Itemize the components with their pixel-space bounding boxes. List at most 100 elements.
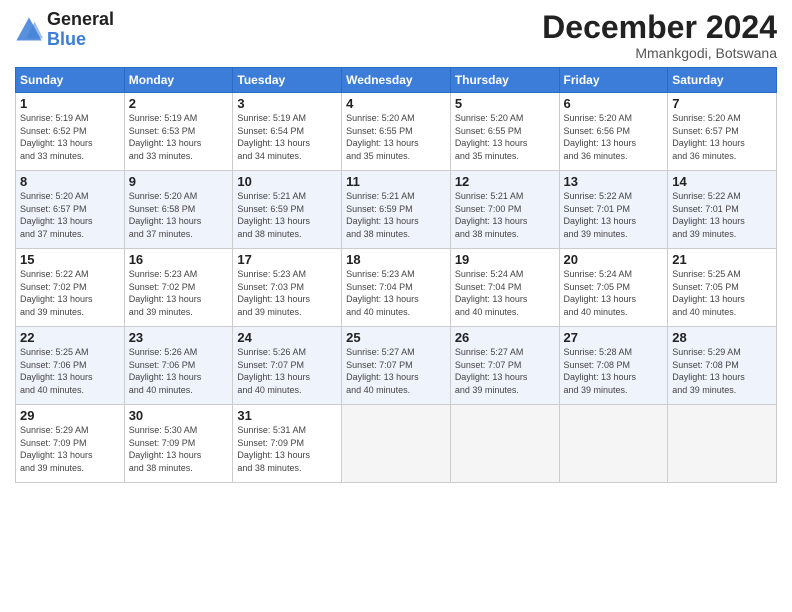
day-info: Sunrise: 5:20 AMSunset: 6:55 PMDaylight:… (455, 112, 555, 162)
col-sunday: Sunday (16, 68, 125, 93)
day-info: Sunrise: 5:21 AMSunset: 6:59 PMDaylight:… (237, 190, 337, 240)
calendar-cell: 8 Sunrise: 5:20 AMSunset: 6:57 PMDayligh… (16, 171, 125, 249)
day-number: 30 (129, 408, 229, 423)
calendar-cell: 20 Sunrise: 5:24 AMSunset: 7:05 PMDaylig… (559, 249, 668, 327)
day-number: 10 (237, 174, 337, 189)
day-info: Sunrise: 5:22 AMSunset: 7:01 PMDaylight:… (564, 190, 664, 240)
calendar-cell: 1 Sunrise: 5:19 AMSunset: 6:52 PMDayligh… (16, 93, 125, 171)
header: GeneralBlue December 2024 Mmankgodi, Bot… (15, 10, 777, 61)
day-number: 23 (129, 330, 229, 345)
day-number: 29 (20, 408, 120, 423)
day-info: Sunrise: 5:27 AMSunset: 7:07 PMDaylight:… (346, 346, 446, 396)
day-info: Sunrise: 5:22 AMSunset: 7:02 PMDaylight:… (20, 268, 120, 318)
day-info: Sunrise: 5:20 AMSunset: 6:55 PMDaylight:… (346, 112, 446, 162)
calendar-cell: 24 Sunrise: 5:26 AMSunset: 7:07 PMDaylig… (233, 327, 342, 405)
day-number: 26 (455, 330, 555, 345)
calendar-cell: 28 Sunrise: 5:29 AMSunset: 7:08 PMDaylig… (668, 327, 777, 405)
day-info: Sunrise: 5:19 AMSunset: 6:53 PMDaylight:… (129, 112, 229, 162)
col-friday: Friday (559, 68, 668, 93)
day-info: Sunrise: 5:22 AMSunset: 7:01 PMDaylight:… (672, 190, 772, 240)
day-info: Sunrise: 5:20 AMSunset: 6:56 PMDaylight:… (564, 112, 664, 162)
calendar-cell: 15 Sunrise: 5:22 AMSunset: 7:02 PMDaylig… (16, 249, 125, 327)
day-info: Sunrise: 5:20 AMSunset: 6:57 PMDaylight:… (20, 190, 120, 240)
day-info: Sunrise: 5:24 AMSunset: 7:05 PMDaylight:… (564, 268, 664, 318)
day-number: 8 (20, 174, 120, 189)
calendar-cell: 27 Sunrise: 5:28 AMSunset: 7:08 PMDaylig… (559, 327, 668, 405)
calendar-cell: 12 Sunrise: 5:21 AMSunset: 7:00 PMDaylig… (450, 171, 559, 249)
day-info: Sunrise: 5:23 AMSunset: 7:03 PMDaylight:… (237, 268, 337, 318)
day-number: 22 (20, 330, 120, 345)
calendar-week-4: 22 Sunrise: 5:25 AMSunset: 7:06 PMDaylig… (16, 327, 777, 405)
day-info: Sunrise: 5:25 AMSunset: 7:05 PMDaylight:… (672, 268, 772, 318)
day-number: 4 (346, 96, 446, 111)
calendar-cell: 31 Sunrise: 5:31 AMSunset: 7:09 PMDaylig… (233, 405, 342, 483)
day-number: 6 (564, 96, 664, 111)
calendar-week-2: 8 Sunrise: 5:20 AMSunset: 6:57 PMDayligh… (16, 171, 777, 249)
col-monday: Monday (124, 68, 233, 93)
calendar-cell: 3 Sunrise: 5:19 AMSunset: 6:54 PMDayligh… (233, 93, 342, 171)
calendar-cell: 2 Sunrise: 5:19 AMSunset: 6:53 PMDayligh… (124, 93, 233, 171)
calendar-cell: 14 Sunrise: 5:22 AMSunset: 7:01 PMDaylig… (668, 171, 777, 249)
calendar-cell: 18 Sunrise: 5:23 AMSunset: 7:04 PMDaylig… (342, 249, 451, 327)
day-info: Sunrise: 5:20 AMSunset: 6:57 PMDaylight:… (672, 112, 772, 162)
calendar-cell: 26 Sunrise: 5:27 AMSunset: 7:07 PMDaylig… (450, 327, 559, 405)
calendar-header-row: Sunday Monday Tuesday Wednesday Thursday… (16, 68, 777, 93)
day-number: 27 (564, 330, 664, 345)
calendar-cell: 25 Sunrise: 5:27 AMSunset: 7:07 PMDaylig… (342, 327, 451, 405)
day-number: 5 (455, 96, 555, 111)
col-thursday: Thursday (450, 68, 559, 93)
calendar-cell (668, 405, 777, 483)
day-info: Sunrise: 5:29 AMSunset: 7:09 PMDaylight:… (20, 424, 120, 474)
calendar-cell: 19 Sunrise: 5:24 AMSunset: 7:04 PMDaylig… (450, 249, 559, 327)
day-number: 25 (346, 330, 446, 345)
calendar-cell: 16 Sunrise: 5:23 AMSunset: 7:02 PMDaylig… (124, 249, 233, 327)
calendar-week-5: 29 Sunrise: 5:29 AMSunset: 7:09 PMDaylig… (16, 405, 777, 483)
month-title: December 2024 (542, 10, 777, 45)
logo-blue-text: Blue (47, 29, 86, 49)
calendar-week-1: 1 Sunrise: 5:19 AMSunset: 6:52 PMDayligh… (16, 93, 777, 171)
calendar-cell: 23 Sunrise: 5:26 AMSunset: 7:06 PMDaylig… (124, 327, 233, 405)
day-number: 16 (129, 252, 229, 267)
day-number: 21 (672, 252, 772, 267)
day-number: 1 (20, 96, 120, 111)
calendar-cell: 4 Sunrise: 5:20 AMSunset: 6:55 PMDayligh… (342, 93, 451, 171)
day-info: Sunrise: 5:26 AMSunset: 7:06 PMDaylight:… (129, 346, 229, 396)
day-info: Sunrise: 5:25 AMSunset: 7:06 PMDaylight:… (20, 346, 120, 396)
calendar-cell: 13 Sunrise: 5:22 AMSunset: 7:01 PMDaylig… (559, 171, 668, 249)
logo: GeneralBlue (15, 10, 114, 50)
day-number: 11 (346, 174, 446, 189)
day-number: 13 (564, 174, 664, 189)
calendar-cell: 29 Sunrise: 5:29 AMSunset: 7:09 PMDaylig… (16, 405, 125, 483)
day-number: 15 (20, 252, 120, 267)
logo-icon (15, 16, 43, 44)
day-info: Sunrise: 5:30 AMSunset: 7:09 PMDaylight:… (129, 424, 229, 474)
day-number: 24 (237, 330, 337, 345)
day-info: Sunrise: 5:23 AMSunset: 7:04 PMDaylight:… (346, 268, 446, 318)
day-number: 12 (455, 174, 555, 189)
calendar-cell (559, 405, 668, 483)
day-info: Sunrise: 5:28 AMSunset: 7:08 PMDaylight:… (564, 346, 664, 396)
day-number: 17 (237, 252, 337, 267)
calendar-cell: 11 Sunrise: 5:21 AMSunset: 6:59 PMDaylig… (342, 171, 451, 249)
calendar-cell: 30 Sunrise: 5:30 AMSunset: 7:09 PMDaylig… (124, 405, 233, 483)
day-number: 31 (237, 408, 337, 423)
day-number: 20 (564, 252, 664, 267)
calendar-cell: 6 Sunrise: 5:20 AMSunset: 6:56 PMDayligh… (559, 93, 668, 171)
location: Mmankgodi, Botswana (542, 45, 777, 61)
calendar-cell: 21 Sunrise: 5:25 AMSunset: 7:05 PMDaylig… (668, 249, 777, 327)
day-number: 28 (672, 330, 772, 345)
day-number: 9 (129, 174, 229, 189)
calendar-cell (342, 405, 451, 483)
day-number: 7 (672, 96, 772, 111)
day-info: Sunrise: 5:26 AMSunset: 7:07 PMDaylight:… (237, 346, 337, 396)
calendar-cell: 7 Sunrise: 5:20 AMSunset: 6:57 PMDayligh… (668, 93, 777, 171)
day-info: Sunrise: 5:29 AMSunset: 7:08 PMDaylight:… (672, 346, 772, 396)
day-info: Sunrise: 5:21 AMSunset: 6:59 PMDaylight:… (346, 190, 446, 240)
day-info: Sunrise: 5:23 AMSunset: 7:02 PMDaylight:… (129, 268, 229, 318)
day-number: 19 (455, 252, 555, 267)
page-container: GeneralBlue December 2024 Mmankgodi, Bot… (0, 0, 792, 493)
day-info: Sunrise: 5:19 AMSunset: 6:52 PMDaylight:… (20, 112, 120, 162)
day-number: 2 (129, 96, 229, 111)
day-number: 18 (346, 252, 446, 267)
day-info: Sunrise: 5:27 AMSunset: 7:07 PMDaylight:… (455, 346, 555, 396)
